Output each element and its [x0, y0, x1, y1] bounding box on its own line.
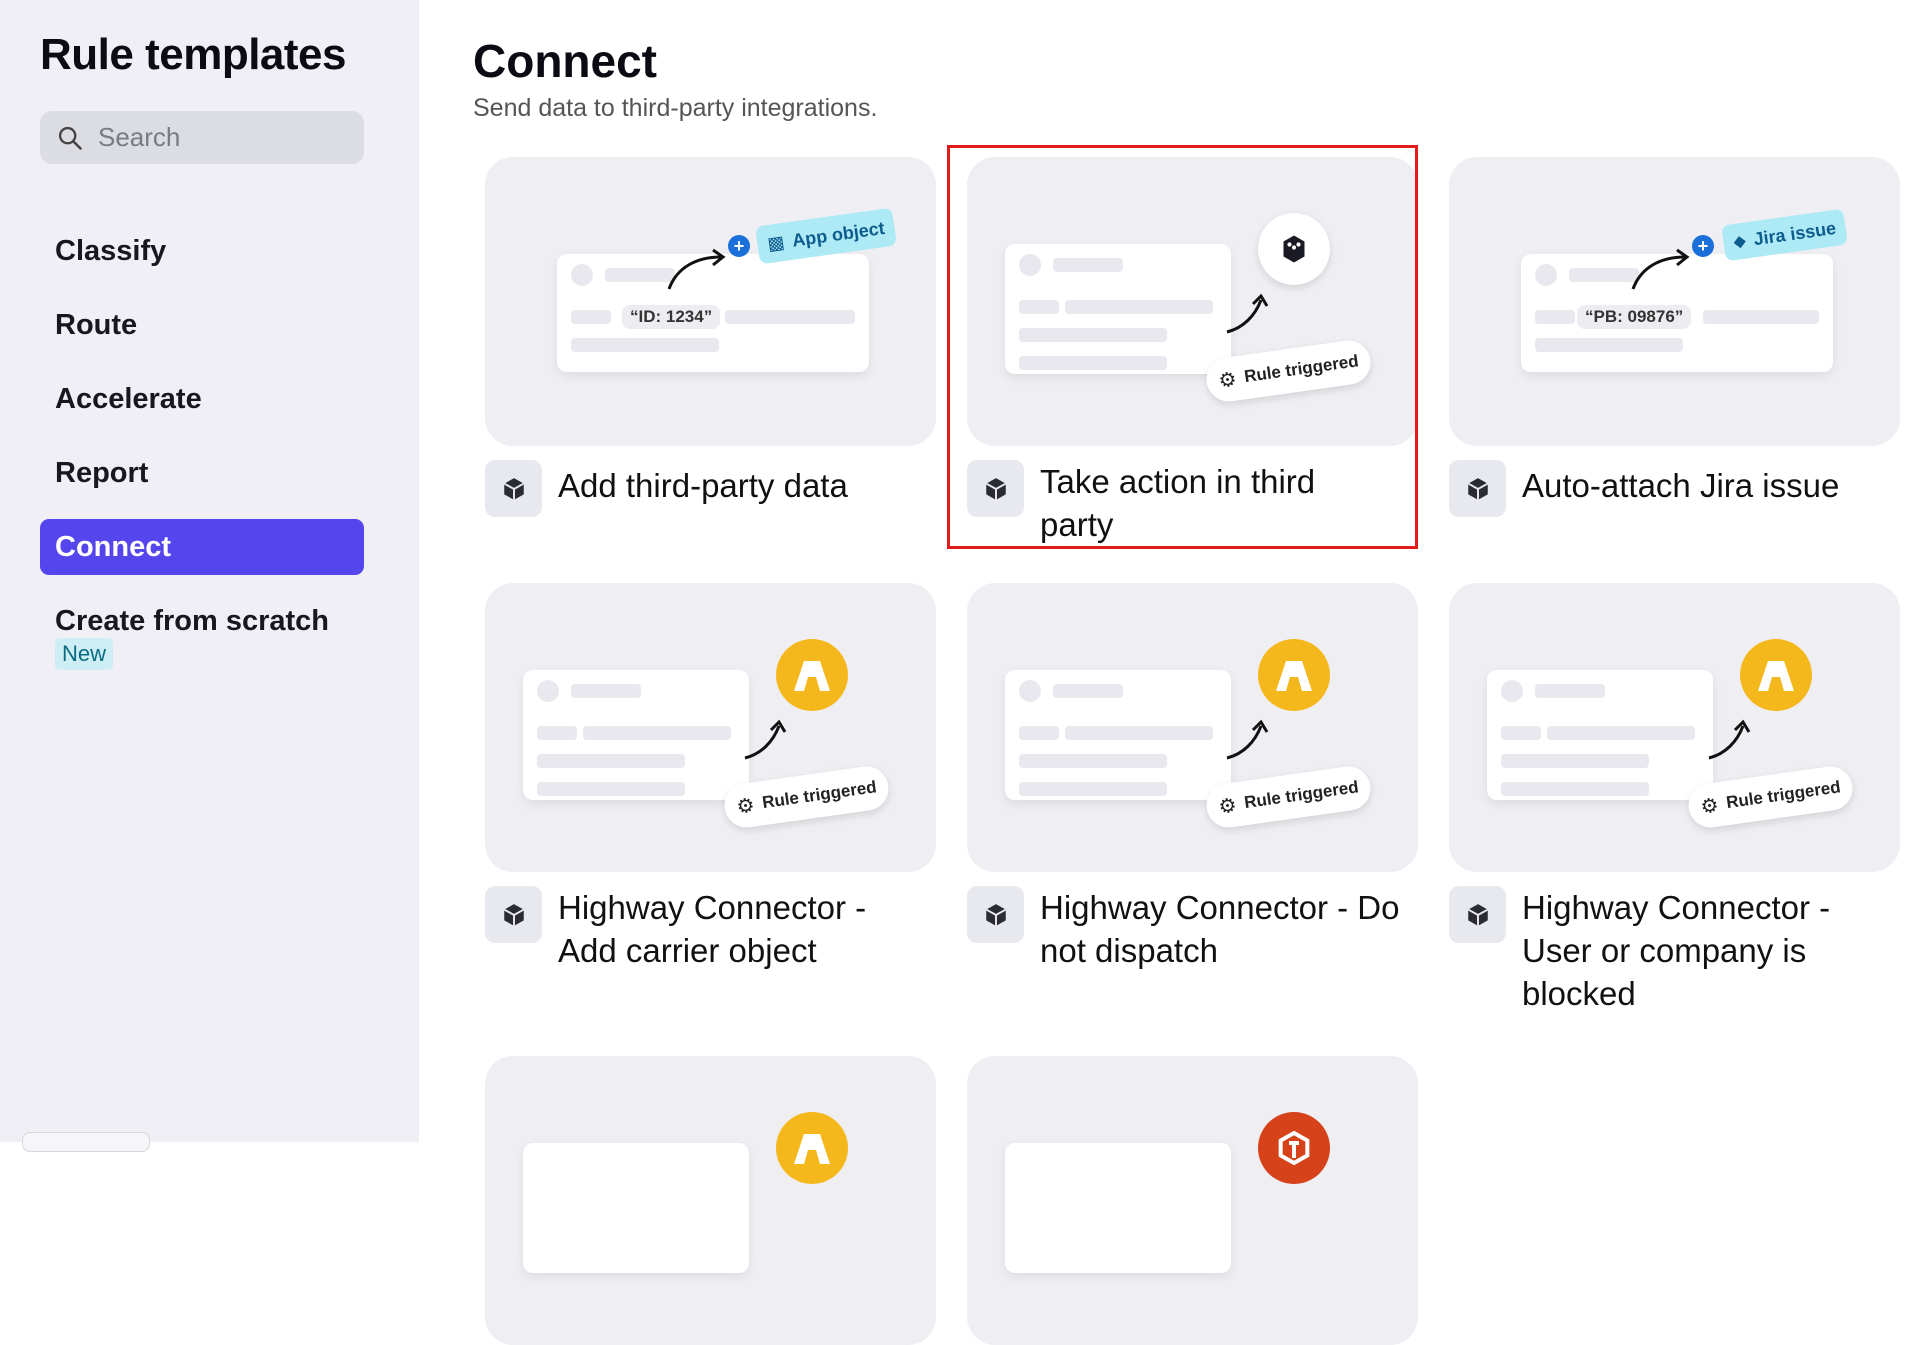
arrow-icon — [667, 248, 726, 290]
template-card-highway-user-blocked[interactable]: ⚙ Rule triggered Highway Connector - Use… — [1449, 583, 1900, 1015]
cube-icon — [1449, 886, 1506, 943]
cube-icon — [967, 886, 1024, 943]
plus-circle-icon: + — [728, 235, 750, 257]
id-tag: “PB: 09876” — [1577, 305, 1692, 329]
template-card-highway-add-carrier-object[interactable]: ⚙ Rule triggered Highway Connector - Add… — [485, 583, 936, 972]
card-title: Highway Connector - User or company is b… — [1522, 889, 1831, 1012]
mock-window — [523, 1143, 749, 1273]
card-thumbnail — [485, 1056, 936, 1345]
highway-logo-icon — [776, 639, 848, 711]
new-badge: New — [55, 638, 114, 670]
card-thumbnail: ⚙ Rule triggered — [967, 583, 1418, 872]
template-card-partial-1[interactable] — [485, 1056, 936, 1345]
arrow-icon — [1631, 248, 1690, 290]
mock-window — [1005, 1143, 1231, 1273]
sidebar-item-accelerate[interactable]: Accelerate — [40, 371, 364, 427]
search-input[interactable]: Search — [40, 111, 364, 164]
tag-icon: ◆ — [1732, 232, 1747, 252]
card-thumbnail: ⚙ Rule triggered — [967, 157, 1418, 446]
sidebar-title: Rule templates — [40, 30, 346, 79]
card-thumbnail — [967, 1056, 1418, 1345]
sidebar-item-classify[interactable]: Classify — [40, 223, 364, 279]
arrow-icon — [1226, 719, 1269, 760]
arrow-icon — [1708, 719, 1751, 760]
card-title: Auto-attach Jira issue — [1522, 467, 1840, 504]
sidebar-item-connect[interactable]: Connect — [40, 519, 364, 575]
card-thumbnail: “PB: 09876” + ◆ Jira issue — [1449, 157, 1900, 446]
card-title: Highway Connector - Add carrier object — [558, 889, 867, 969]
template-card-auto-attach-jira-issue[interactable]: “PB: 09876” + ◆ Jira issue Auto-attach J… — [1449, 157, 1900, 517]
sidebar: Rule templates Search Classify Route Acc… — [0, 0, 419, 1152]
gear-icon: ⚙ — [1217, 367, 1239, 393]
card-thumbnail: ⚙ Rule triggered — [485, 583, 936, 872]
mock-window — [1005, 244, 1231, 374]
card-title: Add third-party data — [558, 467, 848, 504]
pill-label: Rule triggered — [1242, 351, 1360, 387]
app-logo-icon — [1258, 1112, 1330, 1184]
sidebar-bottom-button[interactable] — [22, 1132, 150, 1152]
template-card-highway-do-not-dispatch[interactable]: ⚙ Rule triggered Highway Connector - Do … — [967, 583, 1418, 972]
template-card-take-action-in-third-party[interactable]: ⚙ Rule triggered Take action in third pa… — [967, 157, 1418, 546]
gear-icon: ⚙ — [735, 793, 757, 819]
app-logo-icon — [1258, 213, 1330, 285]
template-card-add-third-party-data[interactable]: “ID: 1234” + ▩ App object Add third-part… — [485, 157, 936, 517]
page-subtitle: Send data to third-party integrations. — [473, 94, 878, 122]
mock-window — [523, 670, 749, 800]
pill-label: Rule triggered — [1242, 777, 1360, 813]
sidebar-item-route[interactable]: Route — [40, 297, 364, 353]
tag-label: Jira issue — [1752, 217, 1838, 249]
highway-logo-icon — [1740, 639, 1812, 711]
cube-icon — [1449, 460, 1506, 517]
gear-icon: ⚙ — [1699, 793, 1721, 819]
tag-label: App object — [790, 217, 886, 251]
cube-icon — [485, 460, 542, 517]
cube-icon — [485, 886, 542, 943]
card-title: Take action in third party — [1040, 463, 1316, 543]
cube-icon: ▩ — [766, 231, 786, 254]
card-thumbnail: “ID: 1234” + ▩ App object — [485, 157, 936, 446]
plus-circle-icon: + — [1692, 235, 1714, 257]
arrow-icon — [744, 719, 787, 760]
page-title: Connect — [473, 35, 657, 87]
highway-logo-icon — [776, 1112, 848, 1184]
search-placeholder: Search — [98, 122, 181, 152]
card-title: Highway Connector - Do not dispatch — [1040, 889, 1400, 969]
gear-icon: ⚙ — [1217, 793, 1239, 819]
pill-label: Rule triggered — [1724, 777, 1842, 813]
template-card-partial-2[interactable] — [967, 1056, 1418, 1345]
search-icon — [58, 126, 82, 150]
card-thumbnail: ⚙ Rule triggered — [1449, 583, 1900, 872]
sidebar-item-report[interactable]: Report — [40, 445, 364, 501]
mock-window — [1005, 670, 1231, 800]
arrow-icon — [1226, 293, 1269, 334]
id-tag: “ID: 1234” — [622, 305, 721, 329]
highway-logo-icon — [1258, 639, 1330, 711]
cube-icon — [967, 460, 1024, 517]
mock-window — [1487, 670, 1713, 800]
pill-label: Rule triggered — [760, 777, 878, 813]
